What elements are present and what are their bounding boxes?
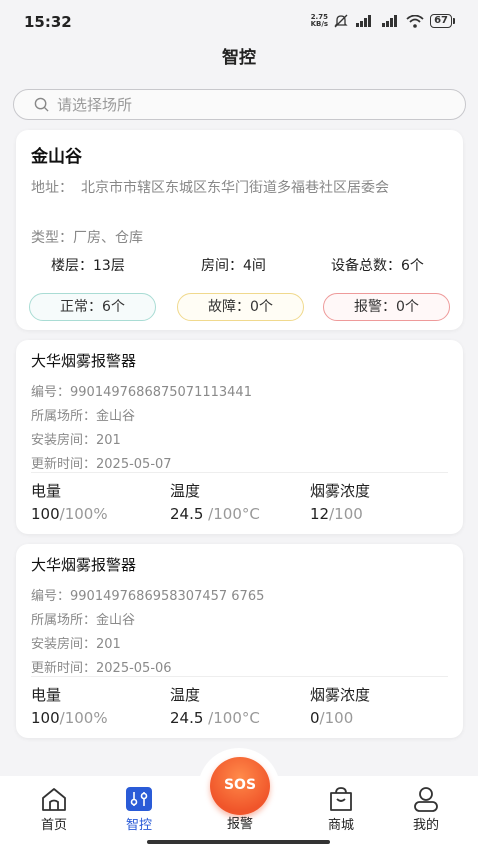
- signal-icon: [356, 15, 372, 27]
- tab-home-label: 首页: [40, 818, 67, 833]
- page-title: 智控: [222, 48, 256, 68]
- tab-control-label: 智控: [125, 818, 152, 833]
- tab-mine-label: 我的: [412, 818, 439, 833]
- tab-mine[interactable]: 我的: [396, 786, 456, 833]
- smoke-max: /100: [319, 709, 354, 727]
- signal-icon-2: [382, 15, 398, 27]
- room-count: 房间：4间: [201, 258, 266, 274]
- battery-max: /100%: [59, 709, 108, 727]
- control-icon: [126, 787, 152, 811]
- device-name: 大华烟雾报警器: [31, 556, 137, 574]
- status-bar: 15:32 2.75 KB/s 67: [0, 0, 478, 44]
- alarm-count-badge[interactable]: 报警：0个: [323, 293, 450, 321]
- floor-count: 楼层：13层: [51, 258, 125, 274]
- smoke-label: 烟雾浓度: [310, 482, 371, 500]
- device-card[interactable]: 大华烟雾报警器 编号：9901497686958307457 6765 所属场所…: [16, 544, 463, 738]
- tab-control[interactable]: 智控: [109, 786, 169, 833]
- smoke-max: /100: [329, 505, 363, 523]
- network-speed: 2.75 KB/s: [311, 14, 328, 28]
- home-indicator: [147, 840, 330, 844]
- device-room: 安装房间：201: [31, 637, 121, 652]
- temperature-value: 24.5: [170, 709, 204, 727]
- battery-value: 100: [31, 709, 60, 727]
- device-place: 所属场所：金山谷: [31, 409, 136, 424]
- normal-count-badge[interactable]: 正常：6个: [29, 293, 156, 321]
- tab-home[interactable]: 首页: [24, 786, 84, 833]
- search-icon: [34, 97, 49, 112]
- divider: [31, 676, 448, 677]
- tab-alarm-label[interactable]: 报警: [210, 813, 270, 832]
- device-name: 大华烟雾报警器: [31, 352, 137, 370]
- sos-button[interactable]: SOS: [210, 757, 270, 815]
- battery-label: 电量: [31, 686, 62, 704]
- place-address: 地址： 北京市市辖区东城区东华门街道多福巷社区居委会: [31, 178, 451, 198]
- battery-indicator: 67: [430, 14, 455, 28]
- temperature-metric: 温度 24.5 /100°C: [170, 480, 260, 523]
- temperature-max: /100°C: [203, 505, 260, 523]
- device-total: 设备总数：6个: [331, 258, 424, 274]
- network-speed-unit: KB/s: [310, 20, 329, 28]
- device-place: 所属场所：金山谷: [31, 613, 136, 628]
- battery-metric: 电量 100/100%: [31, 480, 108, 523]
- device-updated: 更新时间：2025-05-07: [31, 457, 172, 472]
- battery-value: 100: [31, 505, 60, 523]
- wifi-icon: [406, 14, 424, 28]
- status-icons: 2.75 KB/s 67: [311, 14, 455, 28]
- battery-metric: 电量 100/100%: [31, 684, 108, 727]
- address-value: 北京市市辖区东城区东华门街道多福巷社区居委会: [81, 180, 389, 196]
- temperature-value: 24.5: [170, 505, 204, 523]
- temperature-label: 温度: [170, 482, 201, 500]
- battery-max: /100%: [59, 505, 108, 523]
- place-type: 类型：厂房、仓库: [31, 230, 143, 246]
- battery-label: 电量: [31, 482, 62, 500]
- device-code: 编号：9901497686958307457 6765: [31, 589, 265, 604]
- device-updated: 更新时间：2025-05-06: [31, 661, 172, 676]
- tab-mall[interactable]: 商城: [311, 786, 371, 833]
- fault-count-badge[interactable]: 故障：0个: [177, 293, 304, 321]
- temperature-metric: 温度 24.5 /100°C: [170, 684, 260, 727]
- home-icon: [42, 788, 66, 811]
- user-icon: [414, 787, 438, 812]
- place-summary-card[interactable]: 金山谷 地址： 北京市市辖区东城区东华门街道多福巷社区居委会 类型：厂房、仓库 …: [16, 130, 463, 330]
- smoke-metric: 烟雾浓度 12/100: [310, 480, 370, 523]
- page-header: 智控: [0, 44, 478, 80]
- status-time: 15:32: [24, 13, 72, 31]
- shopping-bag-icon: [330, 787, 352, 811]
- temperature-label: 温度: [170, 686, 201, 704]
- smoke-label: 烟雾浓度: [310, 686, 371, 704]
- status-badges: 正常：6个 故障：0个 报警：0个: [29, 293, 451, 321]
- place-search-input[interactable]: [57, 95, 437, 114]
- device-code: 编号：9901497686875071113441: [31, 385, 252, 400]
- smoke-value: 12: [310, 505, 330, 523]
- temperature-max: /100°C: [203, 709, 260, 727]
- address-label: 地址：: [31, 180, 73, 196]
- smoke-metric: 烟雾浓度 0/100: [310, 684, 370, 727]
- smoke-value: 0: [310, 709, 320, 727]
- tab-mall-label: 商城: [327, 818, 354, 833]
- divider: [31, 472, 448, 473]
- place-name: 金山谷: [31, 147, 82, 167]
- mute-icon: [334, 14, 348, 28]
- place-search-bar[interactable]: [13, 89, 466, 120]
- device-card[interactable]: 大华烟雾报警器 编号：9901497686875071113441 所属场所：金…: [16, 340, 463, 534]
- device-room: 安装房间：201: [31, 433, 121, 448]
